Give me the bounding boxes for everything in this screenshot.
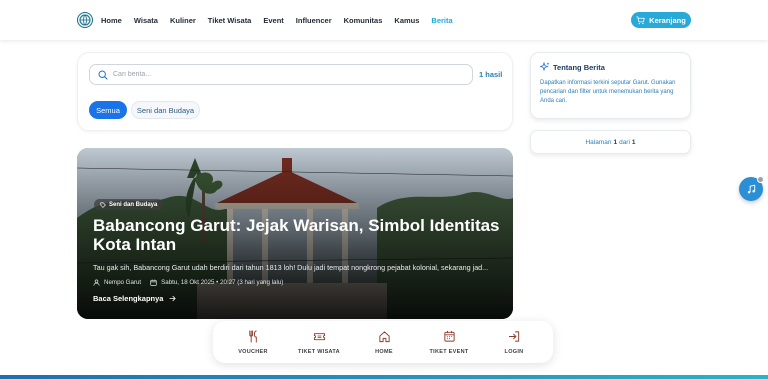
bottom-nav-tiket-wisata[interactable]: TIKET WISATA xyxy=(289,330,349,355)
page-current: 1 xyxy=(613,138,618,146)
bottom-accent-bar xyxy=(0,375,768,379)
user-icon xyxy=(93,279,100,286)
calendar-icon xyxy=(443,330,455,342)
tag-icon xyxy=(100,201,106,208)
music-status-dot xyxy=(757,176,764,183)
bottom-navigation: VOUCHER TIKET WISATA HOME TIKET EVENT LO… xyxy=(213,321,553,363)
featured-article-excerpt: Tau gak sih, Babancong Garut udah berdir… xyxy=(93,263,489,272)
bottom-nav-home-label: HOME xyxy=(375,349,393,355)
nav-link-wisata[interactable]: Wisata xyxy=(134,16,158,25)
search-input[interactable] xyxy=(113,71,453,78)
bottom-nav-home[interactable]: HOME xyxy=(354,330,414,355)
category-badge[interactable]: Seni dan Budaya xyxy=(94,199,164,210)
login-icon xyxy=(508,331,519,342)
article-date: Sabtu, 18 Okt 2025 • 20:27 (3 hari yang … xyxy=(161,279,284,286)
search-box[interactable] xyxy=(89,64,473,85)
bottom-nav-tiket-event[interactable]: TIKET EVENT xyxy=(419,330,479,355)
ticket-icon xyxy=(313,333,325,341)
nav-link-berita[interactable]: Berita xyxy=(431,16,452,25)
arrow-right-icon xyxy=(169,295,177,302)
bottom-nav-tiket-wisata-label: TIKET WISATA xyxy=(298,349,340,355)
filter-chip-semua[interactable]: Semua xyxy=(89,101,127,119)
nav-link-kamus[interactable]: Kamus xyxy=(394,16,419,25)
about-text: Dapatkan informasi terkini seputar Garut… xyxy=(540,80,676,104)
calendar-icon xyxy=(150,279,157,286)
search-icon xyxy=(98,69,108,80)
music-note-icon xyxy=(747,184,755,193)
read-more-link[interactable]: Baca Selengkapnya xyxy=(93,294,177,303)
article-author: Nempo Garut xyxy=(104,279,142,286)
nav-link-kuliner[interactable]: Kuliner xyxy=(170,16,196,25)
nav-link-home[interactable]: Home xyxy=(101,16,122,25)
utensils-icon xyxy=(248,330,257,343)
nav-link-komunitas[interactable]: Komunitas xyxy=(344,16,383,25)
bottom-nav-login-label: LOGIN xyxy=(504,349,524,355)
cart-label: Keranjang xyxy=(649,15,686,25)
cart-button[interactable]: Keranjang xyxy=(631,12,691,28)
nav-link-tiket-wisata[interactable]: Tiket Wisata xyxy=(208,16,252,25)
category-badge-label: Seni dan Budaya xyxy=(109,201,158,208)
page-prefix: Halaman xyxy=(585,138,612,146)
about-title: Tentang Berita xyxy=(553,63,605,72)
nav-link-event[interactable]: Event xyxy=(263,16,283,25)
globe-logo-icon xyxy=(79,14,91,26)
article-meta: Nempo Garut Sabtu, 18 Okt 2025 • 20:27 (… xyxy=(93,279,283,286)
bottom-nav-tiket-event-label: TIKET EVENT xyxy=(429,349,469,355)
page-total: 1 xyxy=(631,138,636,146)
nav-link-influencer[interactable]: Influencer xyxy=(296,16,332,25)
site-logo[interactable] xyxy=(77,12,93,28)
home-icon xyxy=(378,331,390,343)
bottom-nav-login[interactable]: LOGIN xyxy=(484,330,544,355)
cart-icon xyxy=(636,15,645,24)
page-of: dari xyxy=(619,138,630,146)
bottom-nav-voucher[interactable]: VOUCHER xyxy=(223,330,283,355)
read-more-label: Baca Selengkapnya xyxy=(93,294,164,303)
featured-article-title[interactable]: Babancong Garut: Jejak Warisan, Simbol I… xyxy=(93,216,503,254)
sparkle-icon xyxy=(540,62,549,72)
pagination-info: Halaman 1 dari 1 xyxy=(530,130,691,154)
bottom-nav-voucher-label: VOUCHER xyxy=(238,349,268,355)
filter-chip-seni-dan-budaya[interactable]: Seni dan Budaya xyxy=(131,101,200,119)
result-count: 1 hasil xyxy=(479,70,503,79)
